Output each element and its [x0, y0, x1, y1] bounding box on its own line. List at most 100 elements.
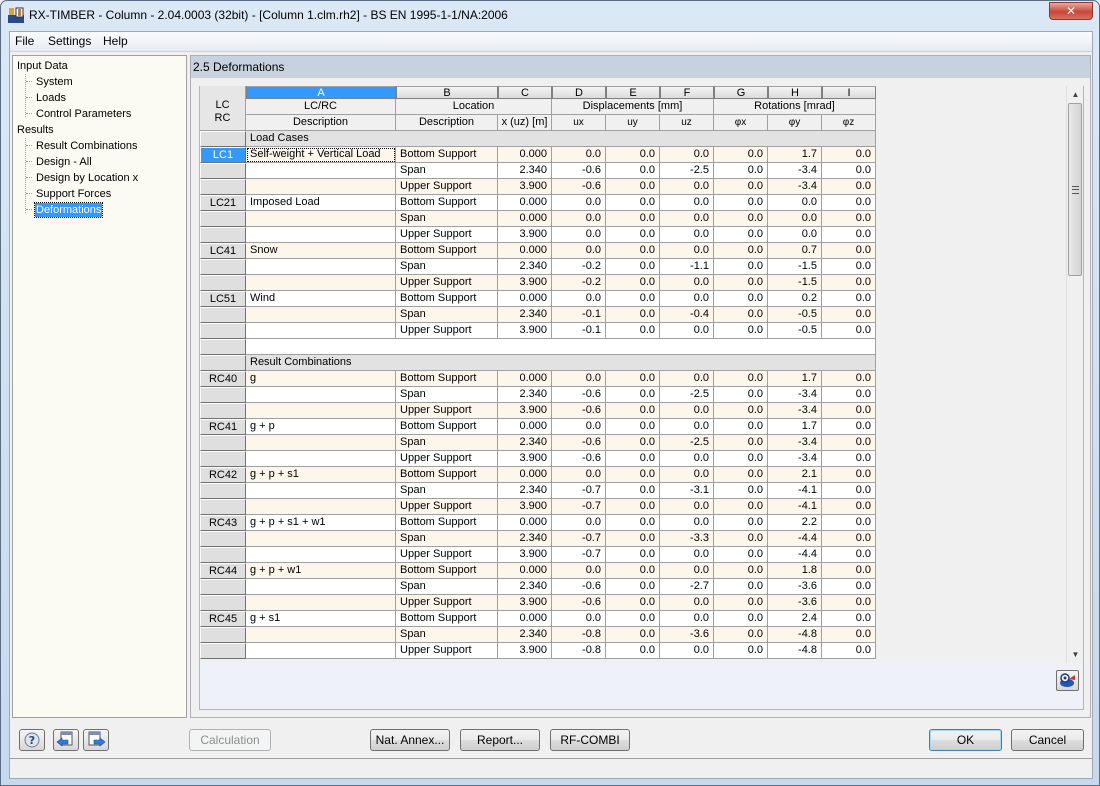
value-cell[interactable]: 0.0	[822, 275, 876, 291]
value-cell[interactable]: 0.0	[606, 627, 660, 643]
row-header[interactable]	[200, 579, 246, 595]
value-cell[interactable]: -4.1	[768, 499, 822, 515]
case-description[interactable]	[246, 323, 396, 339]
column-letter-b[interactable]: B	[396, 86, 498, 99]
value-cell[interactable]: -0.2	[552, 275, 606, 291]
value-cell[interactable]: -3.6	[660, 627, 714, 643]
case-description[interactable]	[246, 259, 396, 275]
value-cell[interactable]: -0.6	[552, 179, 606, 195]
close-button[interactable]: ✕	[1049, 2, 1093, 20]
scroll-up-icon[interactable]: ▲	[1067, 86, 1084, 103]
value-cell[interactable]: -2.5	[660, 163, 714, 179]
value-cell[interactable]: 0.0	[606, 195, 660, 211]
value-cell[interactable]: -0.7	[552, 483, 606, 499]
value-cell[interactable]: 0.000	[498, 611, 552, 627]
tree-item-design-all[interactable]: Design - All	[36, 155, 92, 169]
case-description[interactable]	[246, 403, 396, 419]
value-cell[interactable]: 0.0	[660, 179, 714, 195]
value-cell[interactable]: -3.3	[660, 531, 714, 547]
value-cell[interactable]: 0.0	[714, 579, 768, 595]
value-cell[interactable]: -4.8	[768, 627, 822, 643]
location-description[interactable]: Bottom Support	[396, 243, 498, 259]
value-cell[interactable]: 0.0	[714, 643, 768, 659]
value-cell[interactable]: 0.7	[768, 243, 822, 259]
column-letter-c[interactable]: C	[498, 86, 552, 99]
value-cell[interactable]: -3.4	[768, 451, 822, 467]
row-header[interactable]	[200, 403, 246, 419]
value-cell[interactable]: 0.0	[606, 323, 660, 339]
value-cell[interactable]: -0.7	[552, 531, 606, 547]
value-cell[interactable]: -0.6	[552, 451, 606, 467]
location-description[interactable]: Bottom Support	[396, 611, 498, 627]
column-letter-f[interactable]: F	[660, 86, 714, 99]
value-cell[interactable]: 3.900	[498, 595, 552, 611]
value-cell[interactable]: 0.0	[660, 291, 714, 307]
row-header[interactable]	[200, 435, 246, 451]
value-cell[interactable]: 0.0	[822, 403, 876, 419]
vertical-scrollbar[interactable]: ▲ ▼	[1066, 86, 1083, 663]
value-cell[interactable]: 0.0	[606, 275, 660, 291]
value-cell[interactable]: 0.0	[714, 499, 768, 515]
column-letter-d[interactable]: D	[552, 86, 606, 99]
value-cell[interactable]: 3.900	[498, 275, 552, 291]
case-description[interactable]: g + p + s1	[246, 467, 396, 483]
location-description[interactable]: Upper Support	[396, 275, 498, 291]
value-cell[interactable]: -0.8	[552, 627, 606, 643]
value-cell[interactable]: 0.0	[714, 243, 768, 259]
location-description[interactable]: Upper Support	[396, 643, 498, 659]
ok-button[interactable]: OK	[929, 729, 1002, 751]
case-description[interactable]: g + p + w1	[246, 563, 396, 579]
value-cell[interactable]: 0.0	[606, 611, 660, 627]
column-letter-g[interactable]: G	[714, 86, 768, 99]
value-cell[interactable]: 2.340	[498, 579, 552, 595]
row-header[interactable]	[200, 323, 246, 339]
value-cell[interactable]: -3.4	[768, 179, 822, 195]
previous-window-button[interactable]	[53, 729, 79, 751]
value-cell[interactable]: 0.0	[714, 291, 768, 307]
value-cell[interactable]: -0.8	[552, 643, 606, 659]
value-cell[interactable]: 0.0	[660, 147, 714, 163]
row-header[interactable]	[200, 355, 246, 371]
value-cell[interactable]: -0.5	[768, 323, 822, 339]
row-header[interactable]: RC41	[200, 419, 246, 435]
case-description[interactable]	[246, 627, 396, 643]
value-cell[interactable]: 0.0	[660, 195, 714, 211]
tree-item-support-forces[interactable]: Support Forces	[36, 187, 111, 201]
tree-group-input-data[interactable]: Input Data	[17, 59, 68, 73]
location-description[interactable]: Bottom Support	[396, 467, 498, 483]
value-cell[interactable]: 0.0	[606, 227, 660, 243]
value-cell[interactable]: 0.0	[552, 211, 606, 227]
case-description[interactable]: Self-weight + Vertical Load	[246, 147, 396, 163]
value-cell[interactable]: 0.0	[714, 195, 768, 211]
case-description[interactable]	[246, 483, 396, 499]
case-description[interactable]	[246, 227, 396, 243]
value-cell[interactable]: -0.6	[552, 403, 606, 419]
value-cell[interactable]: 0.0	[822, 387, 876, 403]
value-cell[interactable]: 2.2	[768, 515, 822, 531]
location-description[interactable]: Upper Support	[396, 403, 498, 419]
row-header[interactable]	[200, 451, 246, 467]
value-cell[interactable]: 1.7	[768, 419, 822, 435]
nat-annex-button[interactable]: Nat. Annex...	[370, 729, 450, 751]
value-cell[interactable]: 0.0	[714, 403, 768, 419]
value-cell[interactable]: 0.0	[606, 531, 660, 547]
calculation-button[interactable]: Calculation	[189, 729, 271, 751]
case-description[interactable]	[246, 499, 396, 515]
location-description[interactable]: Upper Support	[396, 323, 498, 339]
location-description[interactable]: Bottom Support	[396, 147, 498, 163]
value-cell[interactable]: -3.6	[768, 579, 822, 595]
value-cell[interactable]: 0.0	[552, 147, 606, 163]
value-cell[interactable]: 0.0	[714, 627, 768, 643]
value-cell[interactable]: 0.000	[498, 419, 552, 435]
column-letter-e[interactable]: E	[606, 86, 660, 99]
case-description[interactable]	[246, 547, 396, 563]
value-cell[interactable]: -3.6	[768, 595, 822, 611]
column-letter-a[interactable]: A	[246, 86, 396, 99]
value-cell[interactable]: 0.0	[660, 227, 714, 243]
case-description[interactable]: g	[246, 371, 396, 387]
value-cell[interactable]: 0.0	[660, 515, 714, 531]
value-cell[interactable]: 0.0	[714, 611, 768, 627]
case-description[interactable]: Snow	[246, 243, 396, 259]
value-cell[interactable]: -3.4	[768, 403, 822, 419]
value-cell[interactable]: 0.0	[606, 467, 660, 483]
